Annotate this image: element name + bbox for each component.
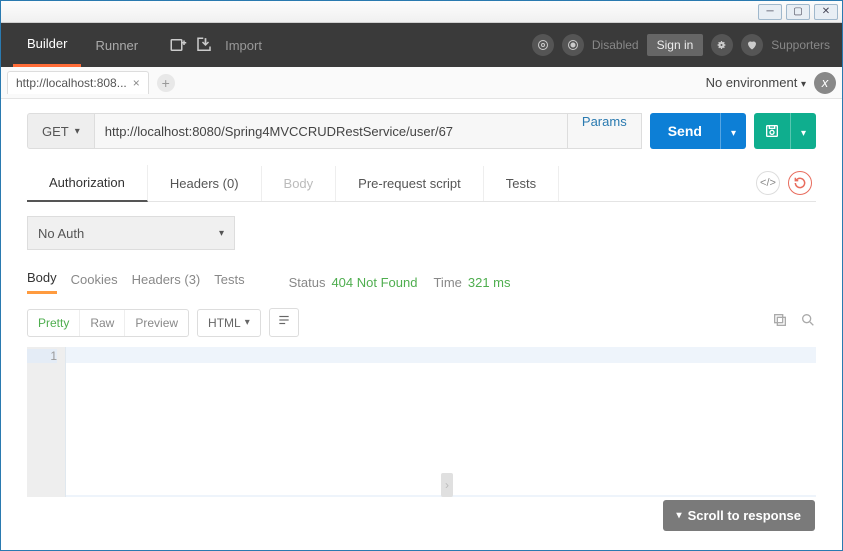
response-tab-cookies[interactable]: Cookies [71,272,118,293]
search-icon [800,312,816,328]
editor-body[interactable]: › [65,347,816,497]
window-minimize-button[interactable]: ─ [758,4,782,20]
new-tab-icon[interactable] [167,34,189,56]
response-format-label: HTML [208,316,241,330]
params-button[interactable]: Params [568,113,642,149]
request-section-tabs: Authorization Headers (0) Body Pre-reque… [27,165,816,202]
chevron-down-icon: ▾ [731,128,736,139]
status-label: Status [289,275,326,290]
status-value: 404 Not Found [331,275,417,290]
line-number: 1 [27,349,57,363]
tab-authorization[interactable]: Authorization [27,165,148,202]
response-tab-headers[interactable]: Headers (3) [132,272,201,293]
chevron-down-icon: ▾ [677,510,682,521]
tab-tests[interactable]: Tests [484,166,559,201]
tab-prerequest[interactable]: Pre-request script [336,166,484,201]
supporters-label[interactable]: Supporters [771,38,830,52]
chevron-down-icon: ▾ [801,128,806,139]
reset-icon [793,176,807,190]
sign-in-button[interactable]: Sign in [647,34,704,56]
close-icon[interactable]: × [133,76,140,90]
scroll-to-response-label: Scroll to response [688,508,801,523]
window-maximize-button[interactable]: ▢ [786,4,810,20]
app-header: Builder Runner Import Disabled Sign in S… [1,23,842,67]
request-panel: GET ▾ Params Send ▾ ▾ Authorization Head… [1,99,842,497]
code-snippet-button[interactable]: </> [756,171,780,195]
search-response-button[interactable] [800,312,816,333]
settings-icon[interactable] [711,34,733,56]
line-wrap-button[interactable] [269,308,299,337]
reset-button[interactable] [788,171,812,195]
chevron-down-icon: ▾ [219,228,224,239]
import-label[interactable]: Import [225,38,262,53]
environment-quicklook-button[interactable]: x [814,72,836,94]
save-dropdown-button[interactable]: ▾ [790,113,816,149]
wrap-icon [277,313,291,327]
auth-type-label: No Auth [38,226,84,241]
tab-headers[interactable]: Headers (0) [148,166,262,201]
http-method-label: GET [42,124,69,139]
header-tab-runner[interactable]: Runner [81,23,152,67]
response-tab-tests[interactable]: Tests [214,272,244,293]
view-raw-button[interactable]: Raw [80,310,125,336]
response-tab-body[interactable]: Body [27,270,57,294]
header-tab-builder[interactable]: Builder [13,23,81,67]
environment-label: No environment [706,75,798,90]
http-method-select[interactable]: GET ▾ [27,113,95,149]
request-tab[interactable]: http://localhost:808... × [7,71,149,94]
window-titlebar: ─ ▢ ✕ [1,1,842,23]
proxy-icon[interactable] [562,34,584,56]
interceptor-icon[interactable] [532,34,554,56]
window-close-button[interactable]: ✕ [814,4,838,20]
save-icon [764,123,780,139]
chevron-down-icon: ▾ [75,126,80,137]
copy-response-button[interactable] [772,312,788,333]
editor-gutter: 1 [27,347,65,497]
request-tab-label: http://localhost:808... [16,76,127,90]
heart-icon[interactable] [741,34,763,56]
chevron-down-icon: ▾ [801,79,806,90]
environment-select[interactable]: No environment ▾ [706,75,806,90]
proxy-disabled-label: Disabled [592,38,639,52]
time-value: 321 ms [468,275,511,290]
response-view-mode: Pretty Raw Preview [27,309,189,337]
save-button[interactable] [754,113,790,149]
add-tab-button[interactable]: + [157,74,175,92]
auth-type-select[interactable]: No Auth ▾ [27,216,235,250]
send-dropdown-button[interactable]: ▾ [720,113,746,149]
response-section-tabs: Body Cookies Headers (3) Tests Status 40… [27,270,816,294]
view-pretty-button[interactable]: Pretty [28,310,80,336]
chevron-down-icon: ▾ [245,317,250,328]
request-tabbar: http://localhost:808... × + No environme… [1,67,842,99]
tab-body[interactable]: Body [262,166,337,201]
import-icon[interactable] [193,34,215,56]
view-preview-button[interactable]: Preview [125,310,188,336]
url-input[interactable] [95,113,568,149]
scroll-to-response-button[interactable]: ▾ Scroll to response [663,500,815,531]
time-label: Time [433,275,461,290]
resize-handle[interactable]: › [441,473,453,497]
response-editor: 1 › [27,347,816,497]
response-view-row: Pretty Raw Preview HTML ▾ [27,308,816,337]
copy-icon [772,312,788,328]
response-format-select[interactable]: HTML ▾ [197,309,261,337]
send-button[interactable]: Send [650,113,720,149]
